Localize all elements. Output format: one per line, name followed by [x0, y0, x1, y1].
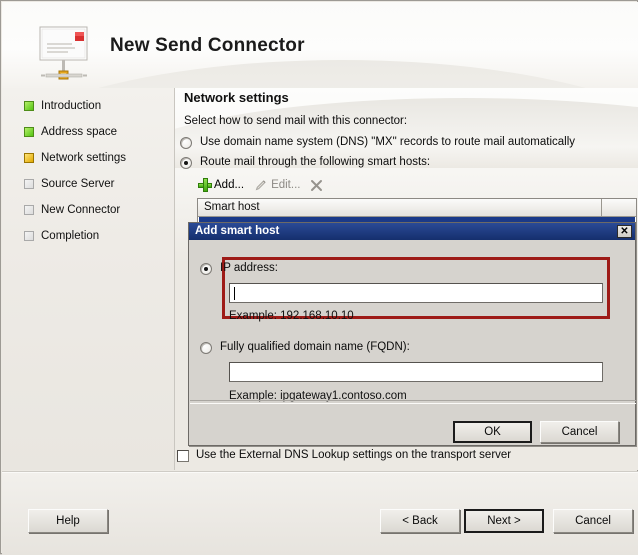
ip-address-example: Example: 192.168.10.10	[229, 310, 354, 322]
wizard-banner: New Send Connector	[2, 2, 638, 88]
step-status-icon-pending	[24, 179, 34, 189]
sidebar-item-completion[interactable]: Completion	[24, 227, 174, 245]
ip-address-input[interactable]	[229, 283, 603, 303]
wizard-cancel-button[interactable]: Cancel	[553, 509, 633, 533]
edit-button-label: Edit...	[271, 179, 301, 191]
step-status-icon-pending	[24, 205, 34, 215]
external-dns-lookup-label: Use the External DNS Lookup settings on …	[196, 449, 512, 461]
wizard-footer: Help < Back Next > Cancel	[2, 471, 638, 555]
dialog-title-label: Add smart host	[195, 225, 280, 237]
radio-use-dns-mx[interactable]: Use domain name system (DNS) "MX" record…	[180, 136, 575, 149]
plus-icon	[198, 178, 212, 192]
fqdn-input[interactable]	[229, 362, 603, 382]
checkbox-icon	[177, 449, 189, 462]
add-smart-host-button[interactable]: Add...	[198, 178, 244, 192]
radio-label-fqdn: Fully qualified domain name (FQDN):	[220, 341, 410, 353]
help-button[interactable]: Help	[28, 509, 108, 533]
next-button[interactable]: Next >	[464, 509, 544, 533]
sidebar-item-label: Network settings	[41, 152, 127, 164]
dialog-separator	[190, 400, 636, 404]
step-status-icon-pending	[24, 231, 34, 241]
smart-host-toolbar: Add... Edit...	[198, 174, 336, 196]
sidebar-item-label: Introduction	[41, 100, 102, 112]
sidebar-item-network-settings[interactable]: Network settings	[24, 149, 174, 167]
sidebar-item-label: Address space	[41, 126, 118, 138]
radio-ip-address[interactable]: IP address:	[200, 262, 278, 275]
column-header-spacer[interactable]	[602, 199, 636, 216]
dialog-cancel-button[interactable]: Cancel	[540, 421, 619, 443]
step-status-icon-current	[24, 153, 34, 163]
step-status-icon-done	[24, 101, 34, 111]
radio-button-icon-selected	[180, 157, 192, 169]
sidebar-item-label: Source Server	[41, 178, 115, 190]
radio-button-icon	[200, 342, 212, 354]
wizard-step-list: Introduction Address space Network setti…	[2, 88, 174, 470]
new-send-connector-window: New Send Connector Introduction Address …	[0, 0, 638, 555]
page-title: Network settings	[184, 90, 289, 105]
dialog-body: IP address: Example: 192.168.10.10 Fully…	[189, 240, 636, 445]
sidebar-item-label: New Connector	[41, 204, 121, 216]
sidebar-item-introduction[interactable]: Introduction	[24, 97, 174, 115]
radio-label: Route mail through the following smart h…	[200, 156, 431, 168]
list-header: Smart host	[198, 199, 636, 217]
column-header-smart-host[interactable]: Smart host	[198, 199, 602, 216]
close-x-icon	[310, 179, 323, 192]
sidebar-item-source-server[interactable]: Source Server	[24, 175, 174, 193]
intro-text: Select how to send mail with this connec…	[184, 115, 408, 127]
pencil-icon	[254, 178, 268, 192]
footer-highlight-line	[2, 472, 638, 473]
send-connector-envelope-icon	[32, 22, 96, 86]
dialog-title-bar: Add smart host ✕	[189, 223, 635, 240]
sidebar-item-label: Completion	[41, 230, 100, 242]
edit-smart-host-button: Edit...	[254, 178, 300, 192]
back-button[interactable]: < Back	[380, 509, 460, 533]
ok-button[interactable]: OK	[453, 421, 532, 443]
radio-label: Use domain name system (DNS) "MX" record…	[200, 136, 576, 148]
sidebar-item-new-connector[interactable]: New Connector	[24, 201, 174, 219]
radio-button-icon-selected	[200, 263, 212, 275]
radio-fqdn[interactable]: Fully qualified domain name (FQDN):	[200, 341, 410, 354]
wizard-title: New Send Connector	[110, 35, 305, 56]
sidebar-item-address-space[interactable]: Address space	[24, 123, 174, 141]
step-status-icon-done	[24, 127, 34, 137]
radio-route-through-smart-hosts[interactable]: Route mail through the following smart h…	[180, 156, 430, 169]
remove-smart-host-button	[310, 179, 326, 192]
close-icon[interactable]: ✕	[617, 225, 632, 238]
text-caret	[234, 287, 235, 300]
radio-button-icon	[180, 137, 192, 149]
add-smart-host-dialog: Add smart host ✕ IP address: Example: 19…	[188, 222, 636, 446]
radio-label-ip-address: IP address:	[220, 262, 278, 274]
add-button-label: Add...	[214, 179, 245, 191]
external-dns-lookup-checkbox[interactable]: Use the External DNS Lookup settings on …	[177, 449, 511, 462]
banner-swoosh	[2, 60, 638, 88]
